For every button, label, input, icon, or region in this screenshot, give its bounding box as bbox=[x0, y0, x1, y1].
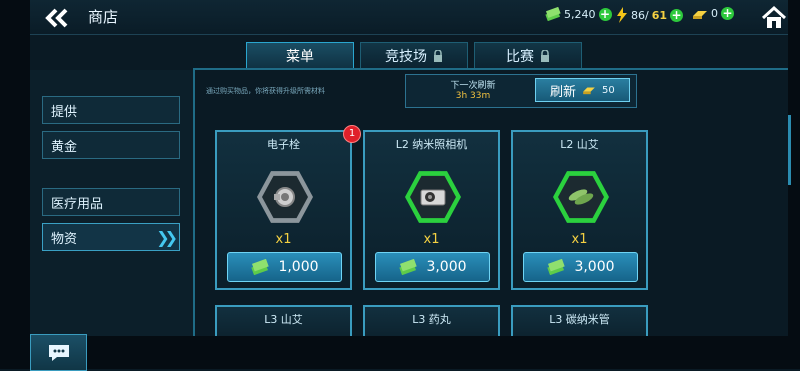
item-frame bbox=[405, 171, 461, 223]
tab-label: 比赛 bbox=[506, 49, 534, 65]
cash-resource: 5,240 + bbox=[545, 7, 612, 21]
tab-underline bbox=[193, 68, 788, 70]
shop-item-card[interactable]: 电子栓 x1 1,000 bbox=[215, 130, 352, 290]
sidebar-item-label: 黄金 bbox=[51, 139, 78, 155]
buy-button[interactable]: 3,000 bbox=[375, 252, 490, 282]
cash-icon bbox=[545, 7, 561, 21]
sidebar-item-label: 物资 bbox=[51, 231, 78, 247]
shop-item-card[interactable]: L2 山艾 x1 3,000 bbox=[511, 130, 648, 290]
double-chevron-left-icon bbox=[45, 8, 68, 28]
add-cash-button[interactable]: + bbox=[598, 7, 612, 21]
item-price: 3,000 bbox=[426, 259, 467, 275]
refresh-timer: 3h 33m bbox=[455, 91, 491, 101]
shop-notice: 通过购买物品，你将获得升级所需材料 bbox=[206, 87, 325, 95]
sage-leaf-icon bbox=[568, 189, 594, 205]
cash-icon bbox=[547, 259, 566, 275]
add-energy-button[interactable]: + bbox=[670, 8, 684, 22]
lock-icon bbox=[541, 50, 549, 62]
item-price: 3,000 bbox=[574, 259, 615, 275]
scrollbar[interactable] bbox=[788, 115, 791, 185]
notification-badge: 1 bbox=[343, 125, 361, 143]
back-button[interactable] bbox=[40, 6, 74, 30]
item-quantity: x1 bbox=[423, 232, 440, 247]
item-name: L3 药丸 bbox=[412, 313, 451, 326]
sidebar-item-gold[interactable]: 黄金 bbox=[42, 131, 180, 159]
item-name: 电子栓 bbox=[267, 138, 300, 151]
bottom-bar bbox=[30, 336, 788, 369]
item-name: L2 山艾 bbox=[560, 138, 599, 151]
item-name: L3 山艾 bbox=[264, 313, 303, 326]
tab-menu[interactable]: 菜单 bbox=[246, 42, 354, 69]
electronic-plug-icon bbox=[274, 187, 295, 207]
refresh-button-label: 刷新 bbox=[550, 84, 577, 100]
gold-value: 0 bbox=[711, 7, 718, 20]
energy-resource: 86/61 + bbox=[616, 7, 684, 23]
buy-button[interactable]: 1,000 bbox=[227, 252, 342, 282]
item-quantity: x1 bbox=[571, 232, 588, 247]
cash-value: 5,240 bbox=[564, 7, 596, 21]
buy-button[interactable]: 3,000 bbox=[523, 252, 638, 282]
tab-competition[interactable]: 比赛 bbox=[474, 42, 582, 69]
home-icon bbox=[761, 5, 787, 28]
gold-resource: 0 + bbox=[692, 7, 734, 20]
tab-arena[interactable]: 竞技场 bbox=[360, 42, 468, 69]
sidebar-item-label: 医疗用品 bbox=[51, 196, 104, 212]
page-title: 商店 bbox=[88, 8, 119, 26]
item-name: L3 碳纳米管 bbox=[549, 313, 610, 326]
energy-icon bbox=[617, 7, 627, 23]
sidebar-item-medical[interactable]: 医疗用品 bbox=[42, 188, 180, 216]
item-frame bbox=[553, 171, 609, 223]
energy-value: 86/ bbox=[631, 8, 649, 22]
item-name: L2 纳米照相机 bbox=[395, 138, 468, 151]
item-frame bbox=[257, 171, 313, 223]
home-button[interactable] bbox=[760, 4, 788, 32]
item-quantity: x1 bbox=[275, 232, 292, 247]
chat-button[interactable] bbox=[30, 334, 87, 371]
chat-bubble-icon bbox=[48, 344, 69, 361]
refresh-button[interactable]: 刷新 50 bbox=[535, 78, 630, 102]
cash-icon bbox=[251, 259, 270, 275]
tab-label: 竞技场 bbox=[385, 49, 427, 65]
refresh-label: 下一次刷新 bbox=[450, 81, 496, 91]
gold-icon bbox=[583, 87, 595, 95]
lock-icon bbox=[434, 50, 442, 62]
nano-camera-icon bbox=[420, 189, 446, 206]
add-gold-button[interactable]: + bbox=[721, 7, 734, 20]
gold-icon bbox=[693, 10, 707, 19]
cash-icon bbox=[399, 259, 418, 275]
double-chevron-right-icon: ❯❯ bbox=[156, 228, 178, 247]
refresh-cost: 50 bbox=[602, 84, 615, 96]
item-price: 1,000 bbox=[278, 259, 319, 275]
sidebar-item-supplies[interactable]: 物资 ❯❯ bbox=[42, 223, 180, 251]
shop-item-card[interactable]: L2 纳米照相机 x1 3,000 bbox=[363, 130, 500, 290]
sidebar-item-offers[interactable]: 提供 bbox=[42, 96, 180, 124]
sidebar-item-label: 提供 bbox=[51, 104, 78, 120]
energy-cap: 61 bbox=[651, 8, 668, 22]
left-edge bbox=[0, 0, 30, 369]
tab-label: 菜单 bbox=[286, 49, 314, 65]
